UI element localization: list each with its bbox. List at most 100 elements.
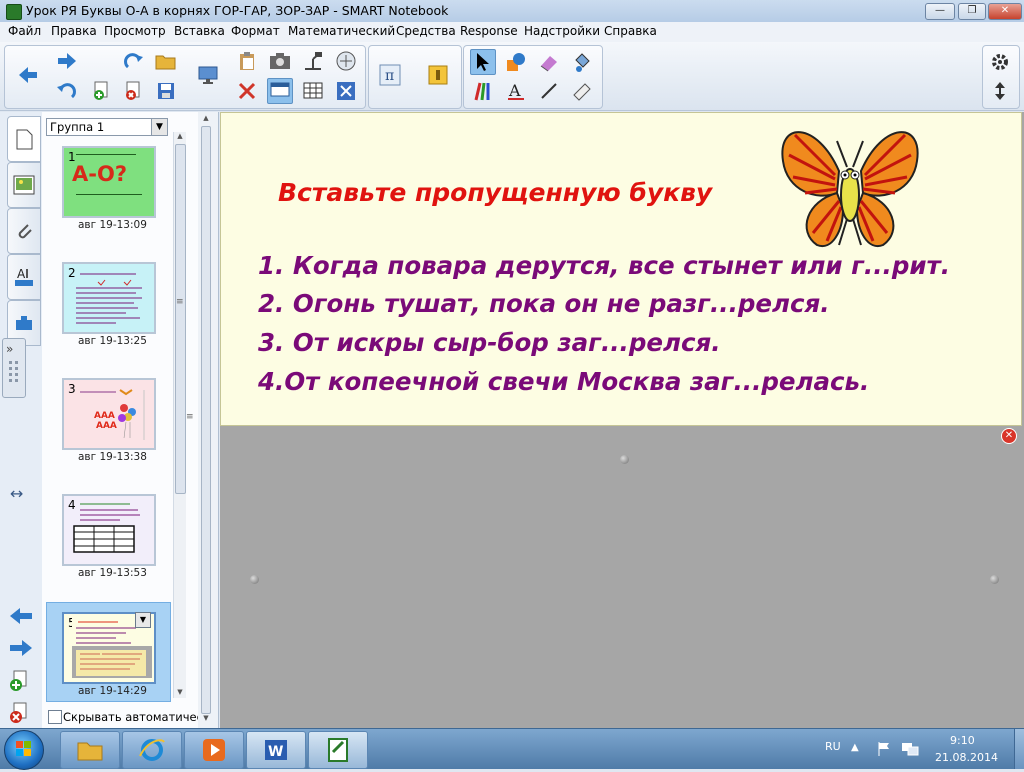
word-task[interactable]: W bbox=[246, 731, 306, 769]
open-folder-icon[interactable] bbox=[153, 48, 179, 74]
delete-icon[interactable] bbox=[234, 78, 260, 104]
gallery-tab[interactable] bbox=[7, 162, 41, 208]
menu-help[interactable]: Справка bbox=[604, 24, 657, 38]
page-sorter-tab[interactable] bbox=[7, 116, 41, 162]
clock-date[interactable]: 21.08.2014 bbox=[935, 751, 998, 764]
select-arrow-icon[interactable] bbox=[470, 49, 496, 75]
sidebar-add-page-icon[interactable] bbox=[8, 670, 30, 695]
page-timestamp: авг 19-13:38 bbox=[78, 451, 147, 463]
internet-explorer-task[interactable] bbox=[122, 731, 182, 769]
tray-expand-icon[interactable]: ▲ bbox=[851, 742, 859, 753]
redo-icon[interactable] bbox=[120, 48, 146, 74]
page-sorter: Группа 1 ▼ 1 А-О? авг 19-13:09 2 авг 19-… bbox=[42, 112, 217, 728]
math-pi-icon[interactable]: π bbox=[377, 62, 403, 88]
tab-strip-handle[interactable]: » bbox=[2, 338, 26, 398]
show-desktop-button[interactable] bbox=[1014, 729, 1024, 769]
action-center-flag-icon[interactable] bbox=[876, 741, 892, 760]
next-page-icon[interactable] bbox=[54, 48, 80, 74]
magic-pen-icon[interactable] bbox=[569, 78, 595, 104]
scroll-up-icon[interactable]: ▲ bbox=[201, 114, 211, 122]
delete-page-icon[interactable] bbox=[120, 78, 146, 104]
sorter-scrollbar[interactable]: ▲ ▼ bbox=[173, 132, 186, 698]
screen-shade-icon[interactable] bbox=[267, 78, 293, 104]
page-thumbnail-1[interactable]: 1 А-О? bbox=[62, 146, 156, 218]
text-icon[interactable]: A bbox=[503, 78, 529, 104]
fullscreen-icon[interactable] bbox=[333, 78, 359, 104]
svg-text:AAA: AAA bbox=[94, 411, 115, 421]
screen-capture-icon[interactable] bbox=[267, 48, 293, 74]
auto-hide-checkbox[interactable] bbox=[48, 710, 62, 724]
pens-icon[interactable] bbox=[470, 78, 496, 104]
sidebar-next-page-icon[interactable] bbox=[8, 638, 34, 661]
smart-notebook-task[interactable] bbox=[308, 731, 368, 769]
exercise-line-1: 1. Когда повара дерутся, все стынет или … bbox=[258, 251, 951, 280]
window-title: Урок РЯ Буквы О-А в корнях ГОР-ГАР, ЗОР-… bbox=[26, 3, 449, 18]
thumb-title: А-О? bbox=[72, 162, 128, 186]
document-camera-icon[interactable] bbox=[300, 48, 326, 74]
scroll-down-icon[interactable]: ▼ bbox=[175, 688, 185, 696]
menu-addons[interactable]: Надстройки bbox=[524, 24, 600, 38]
menu-tools[interactable]: Средства bbox=[396, 24, 456, 38]
display-screen-icon[interactable] bbox=[195, 62, 221, 88]
page-menu-dropdown[interactable]: ▼ bbox=[135, 612, 151, 628]
add-page-icon[interactable] bbox=[88, 78, 114, 104]
whiteboard-canvas[interactable]: Вставьте пропущенную букву 1. Когда пова… bbox=[220, 112, 1024, 728]
sidebar-prev-page-icon[interactable] bbox=[8, 606, 34, 629]
page-thumbnail-2[interactable]: 2 bbox=[62, 262, 156, 334]
group-select-value: Группа 1 bbox=[50, 120, 105, 134]
menu-math[interactable]: Математический bbox=[288, 24, 395, 38]
resize-handle[interactable] bbox=[990, 575, 999, 584]
media-player-task[interactable] bbox=[184, 731, 244, 769]
menu-response[interactable]: Response bbox=[460, 24, 518, 38]
previous-page-icon[interactable] bbox=[15, 62, 41, 88]
canvas-scroll-thumb[interactable] bbox=[201, 126, 211, 714]
maximize-button[interactable]: ❐ bbox=[958, 3, 986, 20]
sidebar-delete-page-icon[interactable] bbox=[8, 702, 30, 727]
group-select[interactable]: Группа 1 ▼ bbox=[46, 118, 168, 136]
properties-tab[interactable]: A bbox=[7, 254, 41, 300]
side-tab-strip: A » ↔ bbox=[0, 112, 43, 728]
thumb-table bbox=[73, 503, 140, 553]
panel-splitter[interactable]: ▲ ▼ ≡ ≡ bbox=[176, 112, 219, 728]
gear-icon[interactable] bbox=[987, 49, 1013, 75]
undo-icon[interactable] bbox=[54, 78, 80, 104]
splitter-grip[interactable]: ≡ bbox=[176, 297, 184, 307]
line-icon[interactable] bbox=[536, 78, 562, 104]
close-button[interactable]: ✕ bbox=[988, 3, 1022, 20]
slide-title: Вставьте пропущенную букву bbox=[278, 178, 713, 207]
page-thumbnail-3[interactable]: 3 AAA AAA bbox=[62, 378, 156, 450]
thumb-rule bbox=[76, 154, 136, 155]
scroll-down-icon[interactable]: ▼ bbox=[201, 714, 211, 722]
clock-time[interactable]: 9:10 bbox=[950, 734, 975, 747]
network-icon[interactable] bbox=[901, 741, 919, 760]
save-icon[interactable] bbox=[153, 78, 179, 104]
attachments-tab[interactable] bbox=[7, 208, 41, 254]
menu-format[interactable]: Формат bbox=[231, 24, 280, 38]
butterfly-image bbox=[781, 131, 919, 248]
scroll-thumb[interactable] bbox=[175, 144, 186, 494]
minimize-button[interactable]: — bbox=[925, 3, 955, 20]
close-icon[interactable]: ✕ bbox=[1001, 428, 1017, 444]
resize-handle[interactable] bbox=[250, 575, 259, 584]
language-indicator[interactable]: RU bbox=[825, 740, 841, 753]
paste-icon[interactable] bbox=[234, 48, 260, 74]
resize-handle[interactable] bbox=[620, 455, 629, 464]
shapes-icon[interactable] bbox=[503, 49, 529, 75]
splitter-grip[interactable]: ≡ bbox=[186, 412, 194, 422]
table-icon[interactable] bbox=[300, 78, 326, 104]
move-toolbar-icon[interactable] bbox=[987, 78, 1013, 104]
menu-file[interactable]: Файл bbox=[8, 24, 41, 38]
menu-view[interactable]: Просмотр bbox=[104, 24, 166, 38]
dual-page-icon[interactable] bbox=[333, 48, 359, 74]
menu-edit[interactable]: Правка bbox=[51, 24, 97, 38]
explorer-task[interactable] bbox=[60, 731, 120, 769]
menu-insert[interactable]: Вставка bbox=[174, 24, 225, 38]
lesson-activity-icon[interactable] bbox=[425, 62, 451, 88]
eraser-icon[interactable] bbox=[536, 49, 562, 75]
fill-bucket-icon[interactable] bbox=[569, 49, 595, 75]
resize-sidebar-icon[interactable]: ↔ bbox=[10, 484, 23, 503]
page-thumbnail-4[interactable]: 4 bbox=[62, 494, 156, 566]
start-button[interactable] bbox=[4, 730, 44, 770]
scroll-up-icon[interactable]: ▲ bbox=[175, 132, 185, 140]
slide-content-box[interactable]: Вставьте пропущенную букву 1. Когда пова… bbox=[220, 112, 1022, 426]
